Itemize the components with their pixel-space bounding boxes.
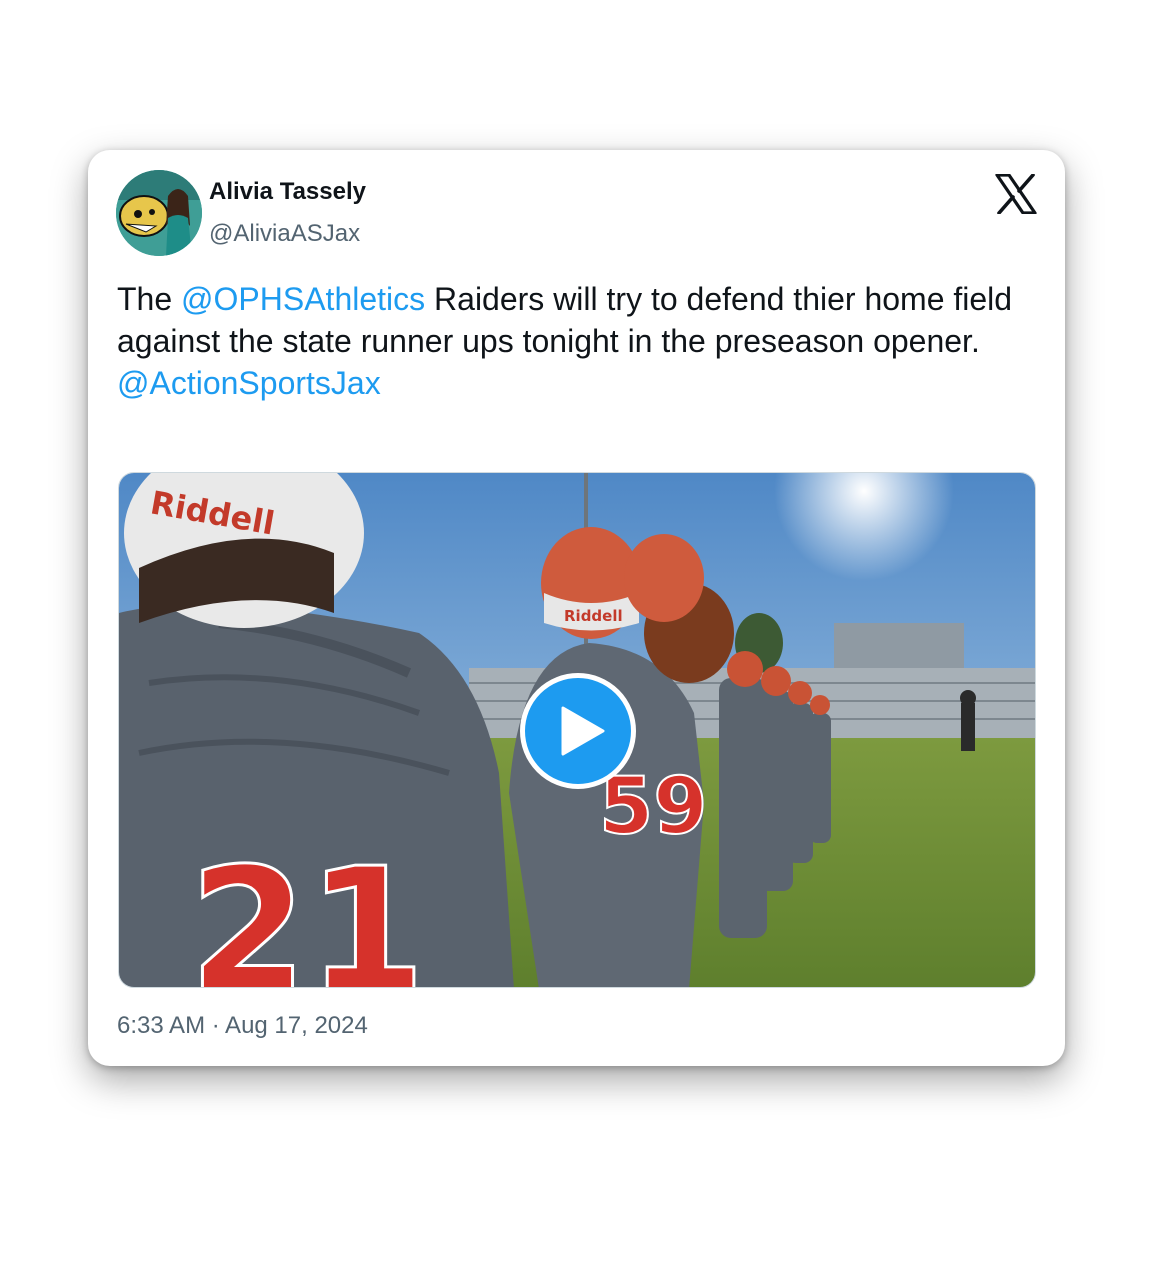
mention-ophsathletics[interactable]: @OPHSAthletics — [181, 281, 425, 317]
helmet-brand-small: Riddell — [564, 607, 623, 625]
tweet-text: The @OPHSAthletics Raiders will try to d… — [117, 278, 1042, 404]
tweet-card[interactable]: Alivia Tassely @AliviaASJax The @OPHSAth… — [88, 150, 1065, 1066]
video-player[interactable]: Riddell 59 Riddell 21 — [118, 472, 1036, 988]
author-avatar[interactable] — [116, 170, 202, 256]
play-icon — [561, 706, 605, 756]
author-name[interactable]: Alivia Tassely — [209, 178, 366, 206]
svg-text:59: 59 — [599, 762, 708, 852]
tweet-text-before: The — [117, 281, 182, 317]
avatar-image — [116, 170, 202, 256]
x-logo-icon[interactable] — [995, 173, 1037, 215]
mention-actionsportsjax[interactable]: @ActionSportsJax — [117, 365, 381, 401]
author-handle[interactable]: @AliviaASJax — [209, 220, 360, 248]
tweet-timestamp[interactable]: 6:33 AM · Aug 17, 2024 — [117, 1012, 368, 1040]
svg-text:21: 21 — [189, 832, 426, 988]
play-button[interactable] — [520, 673, 636, 789]
